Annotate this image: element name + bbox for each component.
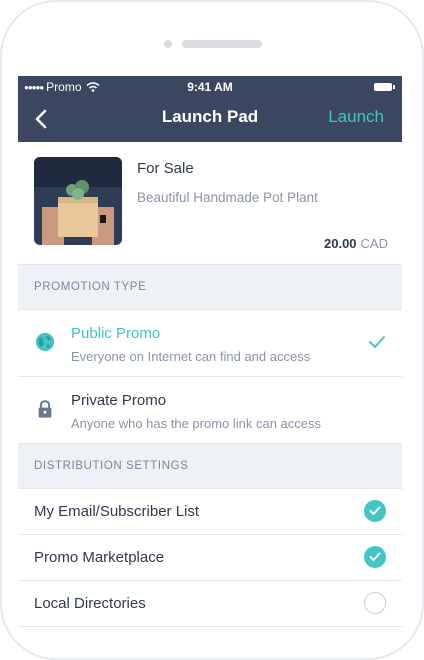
distribution-item-local-directories[interactable]: Local Directories: [18, 581, 402, 627]
product-card[interactable]: For Sale Beautiful Handmade Pot Plant 20…: [18, 142, 402, 265]
checked-circle-icon[interactable]: [364, 546, 386, 568]
distribution-label: My Email/Subscriber List: [34, 503, 200, 520]
checkmark-icon: [369, 336, 385, 348]
distribution-label: Local Directories: [34, 595, 146, 612]
distribution-item-marketplace[interactable]: Promo Marketplace: [18, 535, 402, 581]
section-title: DISTRIBUTION SETTINGS: [34, 460, 189, 472]
camera-dot: [164, 40, 172, 48]
checked-circle-icon[interactable]: [364, 500, 386, 522]
lock-icon: [38, 400, 52, 418]
promo-subtitle: Anyone who has the promo link can access: [71, 416, 322, 431]
speaker-bar: [182, 40, 262, 48]
product-title: For Sale: [137, 160, 194, 177]
product-price: 20.00 CAD: [324, 236, 388, 251]
status-bar: ●●●●● Promo 9:41 AM: [18, 76, 402, 98]
nav-bar: Launch Pad Launch: [18, 98, 402, 142]
promo-title: Public Promo: [71, 325, 161, 342]
status-time: 9:41 AM: [187, 80, 233, 94]
price-currency: CAD: [360, 236, 388, 251]
globe-icon: [35, 332, 55, 352]
distribution-item-email-list[interactable]: My Email/Subscriber List: [18, 489, 402, 535]
promo-option-private[interactable]: Private Promo Anyone who has the promo l…: [18, 377, 402, 444]
promo-title: Private Promo: [71, 392, 167, 409]
app-header: ●●●●● Promo 9:41 AM Launch Pad Launch: [18, 76, 402, 142]
section-title: PROMOTION TYPE: [34, 281, 147, 293]
product-description: Beautiful Handmade Pot Plant: [137, 190, 318, 205]
battery-icon: [374, 83, 395, 91]
promo-option-public[interactable]: Public Promo Everyone on Internet can fi…: [18, 310, 402, 377]
product-image: [34, 157, 122, 245]
launch-button[interactable]: Launch: [328, 107, 384, 127]
distribution-label: Promo Marketplace: [34, 549, 165, 566]
promotion-type-header: PROMOTION TYPE: [18, 265, 402, 310]
promo-subtitle: Everyone on Internet can find and access: [71, 349, 311, 364]
price-amount: 20.00: [324, 236, 357, 251]
distribution-settings-header: DISTRIBUTION SETTINGS: [18, 444, 402, 489]
unchecked-circle-icon[interactable]: [364, 592, 386, 614]
app-screen: ●●●●● Promo 9:41 AM Launch Pad Launch Fo…: [18, 76, 402, 628]
